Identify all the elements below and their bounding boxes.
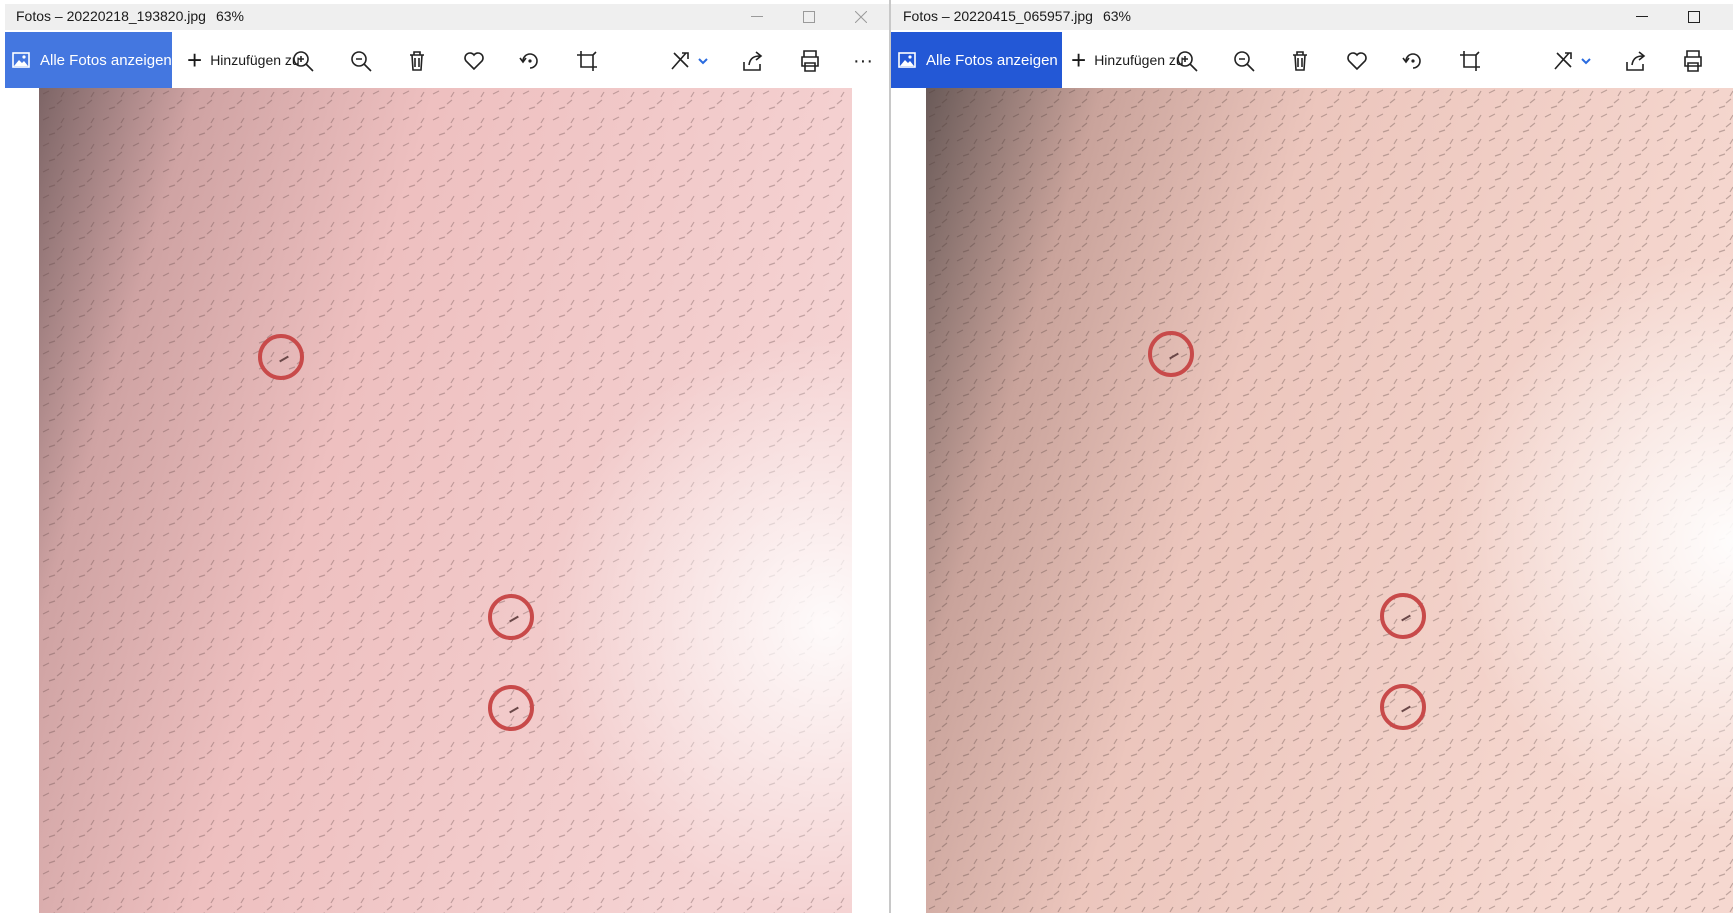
window-title: Fotos – 20220415_065957.jpg 63% <box>903 8 1131 24</box>
minimize-button[interactable] <box>731 4 783 30</box>
title-bar[interactable]: Fotos – 20220415_065957.jpg 63% <box>891 4 1733 30</box>
zoom-in-icon[interactable] <box>290 48 316 74</box>
skin-photo <box>39 88 852 913</box>
zoom-in-icon[interactable] <box>1174 48 1200 74</box>
chevron-down-icon[interactable] <box>696 48 710 74</box>
add-to-button[interactable]: + Hinzufügen zu <box>1071 30 1184 90</box>
print-icon[interactable] <box>797 48 823 74</box>
delete-icon[interactable] <box>1287 48 1313 74</box>
close-icon <box>855 11 867 23</box>
more-icon[interactable]: ··· <box>853 48 879 74</box>
add-to-label: Hinzufügen zu <box>1094 52 1184 68</box>
favorite-icon[interactable] <box>1344 48 1370 74</box>
crop-icon[interactable] <box>574 48 600 74</box>
window-title: Fotos – 20220218_193820.jpg 63% <box>16 8 244 24</box>
chevron-down-icon[interactable] <box>1579 48 1593 74</box>
window-title-text: Fotos – 20220415_065957.jpg <box>903 8 1093 24</box>
photos-window-left: Fotos – 20220218_193820.jpg 63% Alle Foto… <box>0 0 891 913</box>
maximize-button[interactable] <box>1668 4 1720 30</box>
edit-icon[interactable] <box>1550 48 1576 74</box>
title-bar[interactable]: Fotos – 20220218_193820.jpg 63% <box>5 4 889 30</box>
marker-circle <box>258 334 304 380</box>
plus-icon: + <box>187 45 203 75</box>
rotate-icon[interactable] <box>1400 48 1426 74</box>
rotate-icon[interactable] <box>517 48 543 74</box>
window-title-text: Fotos – 20220218_193820.jpg <box>16 8 206 24</box>
marker-circle <box>488 685 534 731</box>
all-photos-label: Alle Fotos anzeigen <box>40 51 172 69</box>
delete-icon[interactable] <box>404 48 430 74</box>
minimize-icon <box>1636 16 1648 17</box>
plus-icon: + <box>1071 45 1087 75</box>
minimize-button[interactable] <box>1616 4 1668 30</box>
skin-photo <box>926 88 1733 913</box>
zoom-level: 63% <box>1102 8 1131 24</box>
all-photos-button[interactable]: Alle Fotos anzeigen <box>5 32 172 88</box>
toolbar: Alle Fotos anzeigen + Hinzufügen zu <box>5 30 889 88</box>
add-to-label: Hinzufügen zu <box>210 52 300 68</box>
marker-circle <box>1380 593 1426 639</box>
favorite-icon[interactable] <box>461 48 487 74</box>
edit-icon[interactable] <box>667 48 693 74</box>
toolbar: Alle Fotos anzeigen + Hinzufügen zu <box>891 30 1733 88</box>
maximize-button[interactable] <box>783 4 835 30</box>
minimize-icon <box>751 16 763 17</box>
zoom-level: 63% <box>215 8 244 24</box>
share-icon[interactable] <box>740 48 766 74</box>
all-photos-label: Alle Fotos anzeigen <box>926 51 1058 69</box>
marker-circle <box>1380 684 1426 730</box>
zoom-out-icon[interactable] <box>1231 48 1257 74</box>
marker-circle <box>488 594 534 640</box>
share-icon[interactable] <box>1623 48 1649 74</box>
photo-view[interactable] <box>39 88 852 913</box>
add-to-button[interactable]: + Hinzufügen zu <box>187 30 300 90</box>
window-controls <box>731 4 887 30</box>
crop-icon[interactable] <box>1457 48 1483 74</box>
maximize-icon <box>803 11 815 23</box>
window-controls <box>1616 4 1720 30</box>
photo-view[interactable] <box>926 88 1733 913</box>
photos-window-right: Fotos – 20220415_065957.jpg 63% Alle Foto… <box>891 0 1733 913</box>
all-photos-button[interactable]: Alle Fotos anzeigen <box>891 32 1062 88</box>
print-icon[interactable] <box>1680 48 1706 74</box>
photos-icon <box>12 52 30 68</box>
maximize-icon <box>1688 11 1700 23</box>
zoom-out-icon[interactable] <box>348 48 374 74</box>
photos-icon <box>898 52 916 68</box>
marker-circle <box>1148 331 1194 377</box>
close-button[interactable] <box>835 4 887 30</box>
